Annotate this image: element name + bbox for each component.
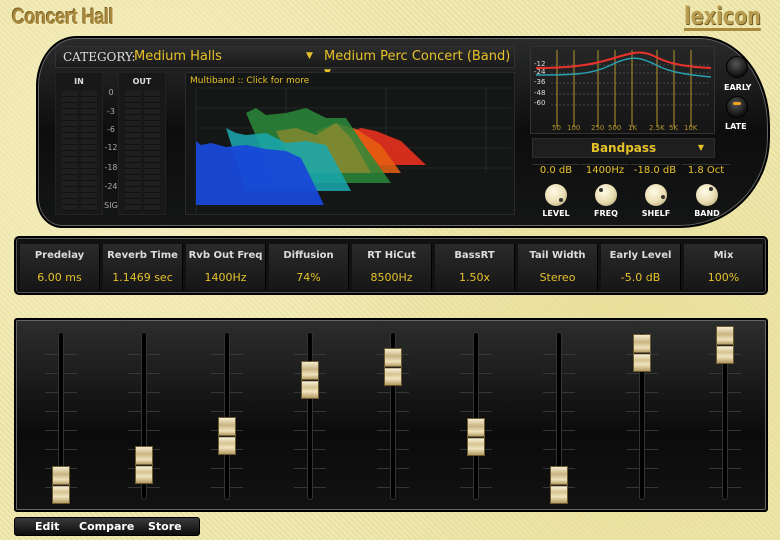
param-value: -5.0 dB [620, 271, 661, 284]
early-label: EARLY [724, 83, 752, 92]
fader-tail-width[interactable] [550, 466, 568, 505]
param-value: Stereo [539, 271, 576, 284]
eq-band-value: 1.8 Oct [682, 164, 730, 176]
param-name: Rvb Out Freq [188, 250, 263, 261]
meter-scale-label: -24 [104, 182, 118, 191]
param-rvb-out-freq[interactable]: Rvb Out Freq 1400Hz [186, 244, 266, 290]
edit-button[interactable]: Edit [35, 520, 59, 533]
fader-diffusion[interactable] [301, 360, 319, 399]
fader-track[interactable] [307, 332, 313, 500]
meter-scale-label: -18 [104, 163, 118, 172]
fader-rvb-out-freq[interactable] [218, 416, 236, 455]
freq-knob-label: FREQ [594, 209, 618, 218]
param-value: 1400Hz [204, 271, 247, 284]
eq-curve-graph [535, 50, 712, 127]
fader-panel [14, 318, 768, 512]
eq-graph[interactable]: -12 -24 -36 -48 -60 50 100 250 500 1K 2.… [530, 46, 715, 134]
eq-db-label: -48 [534, 89, 546, 97]
param-value: 1.1469 sec [112, 271, 173, 284]
eq-freq-label: 2.5K [649, 124, 665, 132]
late-button[interactable] [726, 96, 748, 118]
param-bassrt[interactable]: BassRT 1.50x [435, 244, 515, 290]
category-dropdown[interactable]: Medium Halls [134, 49, 222, 64]
early-button[interactable] [726, 56, 748, 78]
param-name: Diffusion [283, 250, 334, 261]
multiband-label[interactable]: Multiband :: Click for more [190, 76, 309, 86]
store-button[interactable]: Store [148, 520, 182, 533]
param-value: 100% [707, 271, 740, 284]
param-rt-hicut[interactable]: RT HiCut 8500Hz [352, 244, 432, 290]
param-name: Early Level [609, 250, 672, 261]
multiband-display[interactable]: Multiband :: Click for more [185, 72, 515, 215]
multiband-graph [195, 87, 511, 213]
preset-title: Concert Hall [12, 4, 114, 29]
eq-freq-label: 10K [684, 124, 698, 132]
eq-db-label: -24 [534, 68, 546, 76]
meter-scale-label: 0 [108, 88, 114, 97]
shelf-knob-label: SHELF [641, 209, 671, 218]
param-predelay[interactable]: Predelay 6.00 ms [20, 244, 100, 290]
eq-db-label: -60 [534, 99, 546, 107]
fader-predelay[interactable] [52, 466, 70, 505]
parameter-strip: Predelay 6.00 ms Reverb Time 1.1469 sec Rvb … [14, 236, 768, 295]
input-meter-label: IN [74, 77, 84, 86]
output-meter: OUT [118, 72, 166, 215]
param-early-level[interactable]: Early Level -5.0 dB [601, 244, 681, 290]
param-mix[interactable]: Mix 100% [684, 244, 764, 290]
eq-freq-label: 5K [669, 124, 679, 132]
fader-reverb-time[interactable] [135, 445, 153, 484]
eq-freq-label: 50 [552, 124, 561, 132]
fader-bassrt[interactable] [467, 418, 485, 457]
output-meter-label: OUT [132, 77, 152, 86]
fader-mix[interactable] [716, 325, 734, 364]
chevron-down-icon: ▼ [697, 143, 704, 152]
param-name: Mix [713, 250, 734, 261]
late-label: LATE [725, 122, 747, 131]
eq-freq-label: 500 [608, 124, 622, 132]
level-knob[interactable] [545, 184, 567, 206]
eq-freq-label: 100 [567, 124, 581, 132]
band-type-dropdown[interactable]: Bandpass ▼ [532, 138, 715, 158]
band-knob[interactable] [696, 184, 718, 206]
compare-button[interactable]: Compare [79, 520, 134, 533]
param-tail-width[interactable]: Tail Width Stereo [518, 244, 598, 290]
param-name: Reverb Time [107, 250, 178, 261]
meter-scale-label: -12 [104, 143, 118, 152]
param-reverb-time[interactable]: Reverb Time 1.1469 sec [103, 244, 183, 290]
eq-db-label: -36 [534, 78, 546, 86]
preset-label: Medium Perc Concert (Band) [324, 49, 511, 64]
meter-scale-label: SIG [104, 201, 118, 210]
eq-level-value: 0.0 dB [532, 164, 580, 176]
fader-track[interactable] [473, 332, 479, 500]
fader-early-level[interactable] [633, 333, 651, 372]
band-knob-label: BAND [694, 209, 720, 218]
param-diffusion[interactable]: Diffusion 74% [269, 244, 349, 290]
fader-rt-hicut[interactable] [384, 348, 402, 386]
param-name: BassRT [454, 250, 495, 261]
param-value: 1.50x [458, 271, 490, 284]
level-knob-label: LEVEL [542, 209, 570, 218]
param-name: Predelay [34, 250, 85, 261]
bottom-toolbar: Edit Compare Store [14, 517, 200, 536]
freq-knob[interactable] [595, 184, 617, 206]
param-value: 6.00 ms [37, 271, 82, 284]
eq-db-label: -12 [534, 60, 546, 68]
eq-freq-label: 1K [628, 124, 638, 132]
category-label: CATEGORY: [63, 50, 136, 64]
meter-scale-label: -3 [107, 107, 115, 116]
eq-freq-label: 250 [591, 124, 605, 132]
band-type-value: Bandpass [590, 141, 657, 155]
input-meter: IN [55, 72, 103, 215]
param-value: 8500Hz [370, 271, 413, 284]
eq-shelf-value: -18.0 dB [631, 164, 679, 176]
lexicon-logo: lexicon [684, 2, 761, 31]
category-bar: CATEGORY: Medium Halls ▼ Medium Perc Con… [55, 46, 515, 78]
eq-freq-value: 1400Hz [581, 164, 629, 176]
shelf-knob[interactable] [645, 184, 667, 206]
chevron-down-icon[interactable]: ▼ [306, 51, 313, 61]
param-name: RT HiCut [367, 250, 416, 261]
param-name: Tail Width [529, 250, 586, 261]
param-value: 74% [296, 271, 321, 284]
meter-scale-label: -6 [107, 125, 115, 134]
